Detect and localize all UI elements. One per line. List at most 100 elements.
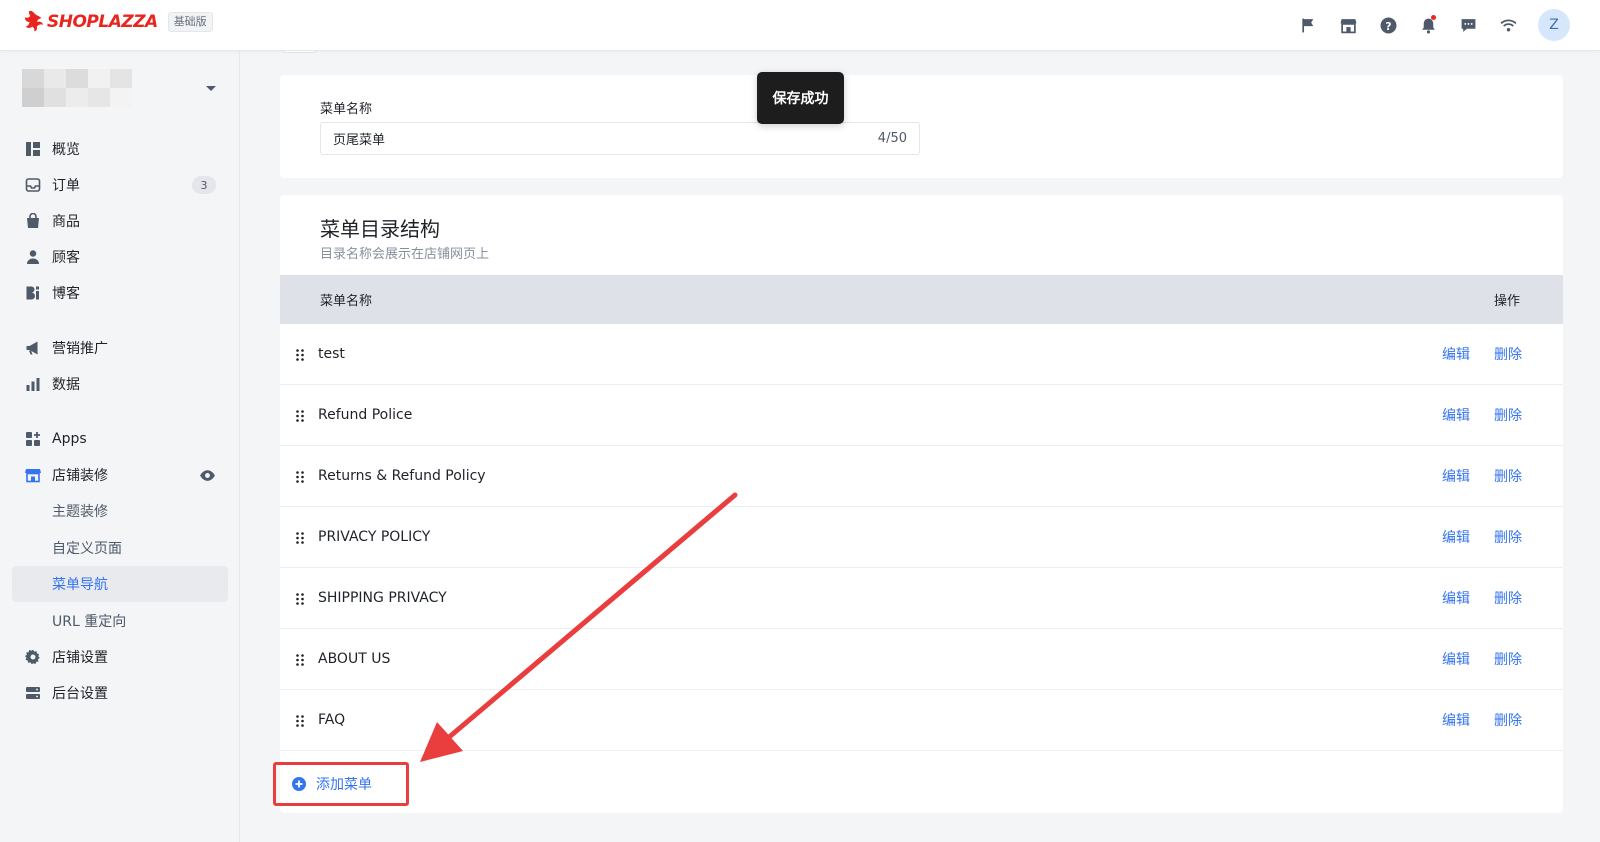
column-header-actions: 操作: [1494, 294, 1521, 309]
table-row: PRIVACY POLICY 编辑 删除: [280, 507, 1563, 568]
sidebar-item-customers[interactable]: 顾客: [12, 239, 228, 275]
help-icon[interactable]: ?: [1368, 9, 1408, 41]
delete-link[interactable]: 删除: [1494, 344, 1522, 364]
delete-link[interactable]: 删除: [1494, 710, 1522, 730]
sidebar-item-products[interactable]: 商品: [12, 203, 228, 239]
store-switcher[interactable]: [22, 69, 222, 109]
sidebar-item-label: 后台设置: [52, 686, 108, 702]
sidebar-item-label: 店铺装修: [52, 468, 108, 484]
logo-icon: [24, 11, 44, 32]
menu-item-name: FAQ: [318, 712, 346, 728]
menu-name-label: 菜单名称: [320, 102, 373, 117]
sidebar-item-apps[interactable]: Apps: [12, 421, 228, 457]
table-row: Returns & Refund Policy 编辑 删除: [280, 446, 1563, 507]
section-subtitle: 目录名称会展示在店铺网页上: [320, 247, 490, 262]
server-icon: [25, 685, 41, 701]
orders-count-badge: 3: [192, 176, 216, 194]
sidebar-item-label: 自定义页面: [52, 541, 122, 557]
bell-icon[interactable]: [1408, 9, 1448, 41]
sidebar-item-label: 商品: [52, 214, 80, 230]
edit-link[interactable]: 编辑: [1442, 649, 1470, 669]
menu-item-name: Returns & Refund Policy: [318, 468, 486, 484]
annotation-highlight-box: [273, 762, 409, 806]
person-icon: [25, 249, 41, 265]
sidebar-item-label: 数据: [52, 377, 80, 393]
delete-link[interactable]: 删除: [1494, 588, 1522, 608]
apps-icon: [25, 431, 41, 447]
sidebar-item-overview[interactable]: 概览: [12, 131, 228, 167]
edit-link[interactable]: 编辑: [1442, 527, 1470, 547]
svg-text:?: ?: [1385, 19, 1391, 32]
shoplazza-logo[interactable]: SHOPLAZZA 基础版: [23, 11, 213, 33]
edit-link[interactable]: 编辑: [1442, 344, 1470, 364]
delete-link[interactable]: 删除: [1494, 405, 1522, 425]
sidebar-item-menu-navigation[interactable]: 菜单导航: [12, 566, 228, 602]
table-header: 菜单名称 操作: [280, 275, 1563, 324]
drag-handle-icon[interactable]: [295, 714, 305, 728]
top-bar: SHOPLAZZA 基础版 ? Z: [0, 0, 1600, 51]
sidebar-item-store-settings[interactable]: 店铺设置: [12, 639, 228, 675]
drag-handle-icon[interactable]: [295, 653, 305, 667]
sidebar-item-storefront[interactable]: 店铺装修: [12, 457, 228, 493]
drag-handle-icon[interactable]: [295, 531, 305, 545]
sidebar-item-theme[interactable]: 主题装修: [12, 493, 228, 529]
sidebar-item-admin-settings[interactable]: 后台设置: [12, 675, 228, 711]
edit-link[interactable]: 编辑: [1442, 466, 1470, 486]
chevron-down-icon: [206, 86, 216, 91]
edit-link[interactable]: 编辑: [1442, 710, 1470, 730]
sidebar-item-label: 顾客: [52, 250, 80, 266]
sidebar-item-label: 概览: [52, 142, 80, 158]
eye-icon[interactable]: [199, 467, 216, 484]
table-row: test 编辑 删除: [280, 324, 1563, 385]
flag-icon[interactable]: [1288, 9, 1328, 41]
drag-handle-icon[interactable]: [295, 470, 305, 484]
drag-handle-icon[interactable]: [295, 409, 305, 423]
notification-dot: [1431, 15, 1436, 20]
bag-icon: [25, 213, 41, 229]
gear-icon: [25, 649, 41, 665]
menu-item-name: ABOUT US: [318, 651, 391, 667]
wifi-icon[interactable]: [1488, 9, 1528, 41]
store-icon[interactable]: [1328, 9, 1368, 41]
sidebar-item-label: 主题装修: [52, 504, 108, 520]
menu-item-name: test: [318, 346, 345, 362]
delete-link[interactable]: 删除: [1494, 466, 1522, 486]
menu-structure-card: 菜单目录结构 目录名称会展示在店铺网页上 菜单名称 操作 test 编辑 删除 …: [280, 195, 1563, 813]
drag-handle-icon[interactable]: [295, 592, 305, 606]
menu-name-value: 页尾菜单: [333, 133, 386, 148]
edit-link[interactable]: 编辑: [1442, 588, 1470, 608]
edit-link[interactable]: 编辑: [1442, 405, 1470, 425]
sidebar-item-label: 店铺设置: [52, 650, 108, 666]
char-counter: 4/50: [877, 131, 907, 146]
sidebar-item-blog[interactable]: 博客: [12, 275, 228, 311]
drag-handle-icon[interactable]: [295, 348, 305, 362]
store-avatar-placeholder: [22, 69, 132, 107]
delete-link[interactable]: 删除: [1494, 527, 1522, 547]
delete-link[interactable]: 删除: [1494, 649, 1522, 669]
sidebar-item-orders[interactable]: 订单 3: [12, 167, 228, 203]
megaphone-icon: [25, 340, 41, 356]
sidebar-item-label: URL 重定向: [52, 614, 127, 630]
dashboard-icon: [25, 141, 41, 157]
brand-name: SHOPLAZZA: [47, 12, 158, 32]
sidebar-item-analytics[interactable]: 数据: [12, 366, 228, 402]
table-row: SHIPPING PRIVACY 编辑 删除: [280, 568, 1563, 629]
bar-chart-icon: [25, 376, 41, 392]
sidebar-item-label: 菜单导航: [52, 577, 108, 593]
storefront-icon: [25, 467, 41, 483]
menu-name-input[interactable]: 页尾菜单 4/50: [320, 122, 920, 155]
sidebar-item-url-redirect[interactable]: URL 重定向: [12, 603, 228, 639]
plan-badge: 基础版: [167, 12, 213, 32]
menu-item-name: Refund Police: [318, 407, 413, 423]
sidebar-item-marketing[interactable]: 营销推广: [12, 330, 228, 366]
message-icon[interactable]: [1448, 9, 1488, 41]
sidebar-item-label: 营销推广: [52, 341, 108, 357]
sidebar-item-label: 订单: [52, 178, 80, 194]
blog-icon: [25, 285, 41, 301]
sidebar: 概览 订单 3 商品 顾客 博客 营销推广 数据 Apps 店铺装修 主题装修 …: [0, 51, 240, 842]
sidebar-item-label: 博客: [52, 286, 80, 302]
avatar[interactable]: Z: [1538, 9, 1570, 41]
sidebar-item-custom-pages[interactable]: 自定义页面: [12, 530, 228, 566]
table-row: Refund Police 编辑 删除: [280, 385, 1563, 446]
column-header-name: 菜单名称: [320, 294, 373, 309]
